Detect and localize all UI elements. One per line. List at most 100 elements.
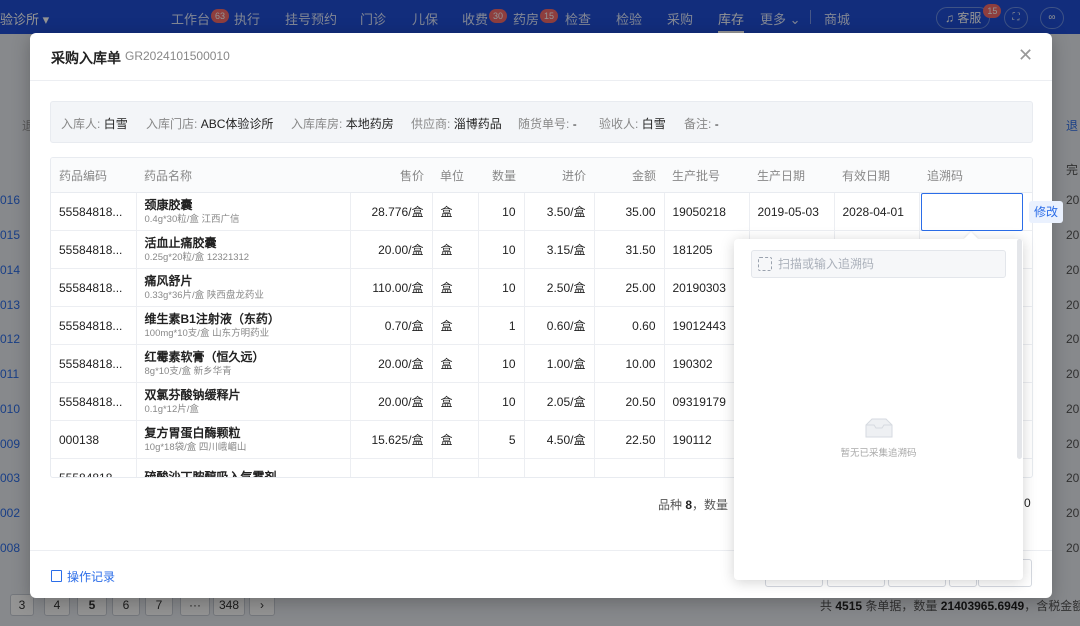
empty-state-text: 暂无已采集追溯码 [840, 448, 917, 459]
cell-drug-name: 颈康胶囊 0.4g*30粒/盒 江西广信 [136, 192, 351, 231]
info-inspector: 验收人: 白雪 [599, 117, 666, 131]
info-warehouse: 入库库房: 本地药房 [291, 117, 394, 131]
col-amount: 金额 [594, 158, 664, 193]
cell-price: 20.00/盒 [350, 230, 433, 269]
cell-drug-code: 55584818... [51, 344, 137, 383]
cell-drug-name: 双氯芬酸钠缓释片 0.1g*12片/盒 [136, 382, 351, 421]
cell-price [350, 458, 433, 477]
cell-drug-name: 红霉素软膏（恒久远） 8g*10支/盒 新乡华青 [136, 344, 351, 383]
drug-spec: 8g*10支/盒 新乡华青 [144, 365, 232, 377]
modal-header: 采购入库单 GR2024101500010 ✕ [30, 33, 1052, 81]
cell-drug-code: 000138 [51, 420, 137, 459]
col-quantity: 数量 [478, 158, 524, 193]
col-trace-code: 追溯码 [919, 158, 1032, 193]
cell-quantity: 10 [478, 192, 525, 231]
receipt-code: GR2024101500010 [125, 49, 230, 63]
cell-amount: 31.50 [594, 230, 665, 269]
info-supplier: 供应商: 淄博药品 [411, 117, 502, 131]
summary-total-tail: 0 [1024, 496, 1031, 510]
cell-price: 20.00/盒 [350, 344, 433, 383]
cell-cost: 0.60/盒 [524, 306, 595, 345]
col-expiry: 有效日期 [834, 158, 919, 193]
operation-log-link[interactable]: 操作记录 [51, 568, 115, 585]
drug-name: 红霉素软膏（恒久远） [144, 349, 265, 364]
col-price: 售价 [350, 158, 432, 193]
drug-name: 痛风舒片 [144, 273, 193, 288]
cell-price: 110.00/盒 [350, 268, 433, 307]
cell-expiry: 2028-04-01 [834, 192, 920, 231]
popover-scrollbar[interactable] [1017, 239, 1022, 459]
cell-drug-name: 维生素B1注射液（东药） 100mg*10支/盒 山东方明药业 [136, 306, 351, 345]
cell-drug-name: 硫酸沙丁胺醇吸入气雾剂 [136, 458, 351, 478]
scan-icon [758, 257, 772, 271]
cell-amount: 20.50 [594, 382, 665, 421]
cell-drug-code: 55584818... [51, 268, 137, 307]
info-remark: 备注: - [684, 117, 719, 131]
col-batch: 生产批号 [664, 158, 749, 193]
cell-cost: 4.50/盒 [524, 420, 595, 459]
scan-input-box[interactable] [751, 250, 1006, 278]
drug-name: 维生素B1注射液（东药） [144, 311, 280, 326]
drug-name: 复方胃蛋白酶颗粒 [144, 425, 241, 440]
trace-code-search-input[interactable] [778, 255, 998, 273]
info-delivery-no: 随货单号: - [518, 117, 577, 131]
drug-name: 双氯芬酸钠缓释片 [144, 387, 241, 402]
cell-cost: 1.00/盒 [524, 344, 595, 383]
col-drug-code: 药品编码 [51, 158, 136, 193]
info-store: 入库门店: ABC体验诊所 [146, 117, 274, 131]
col-unit: 单位 [432, 158, 478, 193]
cell-cost: 2.05/盒 [524, 382, 595, 421]
close-icon[interactable]: ✕ [1018, 45, 1033, 66]
items-summary: 品种 8，数量 [658, 498, 729, 512]
drug-spec: 10g*18袋/盒 四川峨嵋山 [144, 441, 247, 453]
cell-drug-code: 55584818... [51, 458, 137, 477]
info-receiver: 入库人: 白雪 [61, 117, 128, 131]
cell-amount [594, 458, 665, 477]
modal-title: 采购入库单 [51, 50, 121, 66]
cell-drug-code: 55584818... [51, 230, 137, 269]
edit-button[interactable]: 修改 [1029, 201, 1063, 223]
cell-cost: 2.50/盒 [524, 268, 595, 307]
col-cost: 进价 [524, 158, 594, 193]
cell-drug-code: 55584818... [51, 192, 137, 231]
cell-drug-code: 55584818... [51, 382, 137, 421]
cell-unit: 盒 [432, 268, 479, 307]
cell-cost [524, 458, 595, 477]
cell-unit: 盒 [432, 306, 479, 345]
trace-code-input[interactable] [921, 193, 1023, 231]
cell-drug-name: 痛风舒片 0.33g*36片/盒 陕西盘龙药业 [136, 268, 351, 307]
cell-quantity [478, 458, 525, 477]
col-mfd: 生产日期 [749, 158, 834, 193]
drug-spec: 0.25g*20粒/盒 12321312 [144, 251, 250, 263]
receipt-info-bar: 入库人: 白雪 入库门店: ABC体验诊所 入库库房: 本地药房 供应商: 淄博… [50, 101, 1033, 143]
table-row[interactable]: 55584818... 颈康胶囊 0.4g*30粒/盒 江西广信 28.776/盒盒 1… [51, 192, 1032, 231]
cell-price: 20.00/盒 [350, 382, 433, 421]
cell-mfd: 2019-05-03 [749, 192, 835, 231]
cell-drug-code: 55584818... [51, 306, 137, 345]
cell-unit: 盒 [432, 382, 479, 421]
cell-cost: 3.50/盒 [524, 192, 595, 231]
drug-spec: 0.33g*36片/盒 陕西盘龙药业 [144, 289, 264, 301]
drug-spec: 0.1g*12片/盒 [144, 403, 199, 415]
drug-name: 硫酸沙丁胺醇吸入气雾剂 [144, 470, 277, 478]
cell-drug-name: 复方胃蛋白酶颗粒 10g*18袋/盒 四川峨嵋山 [136, 420, 351, 459]
cell-unit: 盒 [432, 230, 479, 269]
empty-box-icon [865, 418, 893, 438]
cell-price: 0.70/盒 [350, 306, 433, 345]
cell-unit [432, 458, 479, 477]
cell-quantity: 1 [478, 306, 525, 345]
cell-unit: 盒 [432, 420, 479, 459]
table-header-row: 药品编码 药品名称 售价 单位 数量 进价 金额 生产批号 生产日期 有效日期 … [51, 158, 1032, 193]
cell-drug-name: 活血止痛胶囊 0.25g*20粒/盒 12321312 [136, 230, 351, 269]
cell-batch: 19050218 [664, 192, 750, 231]
document-icon [51, 570, 62, 582]
cell-price: 15.625/盒 [350, 420, 433, 459]
col-drug-name: 药品名称 [136, 158, 350, 193]
drug-spec: 0.4g*30粒/盒 江西广信 [144, 213, 240, 225]
cell-quantity: 10 [478, 230, 525, 269]
cell-amount: 10.00 [594, 344, 665, 383]
cell-quantity: 10 [478, 382, 525, 421]
cell-amount: 25.00 [594, 268, 665, 307]
drug-name: 活血止痛胶囊 [144, 235, 217, 250]
cell-quantity: 10 [478, 344, 525, 383]
